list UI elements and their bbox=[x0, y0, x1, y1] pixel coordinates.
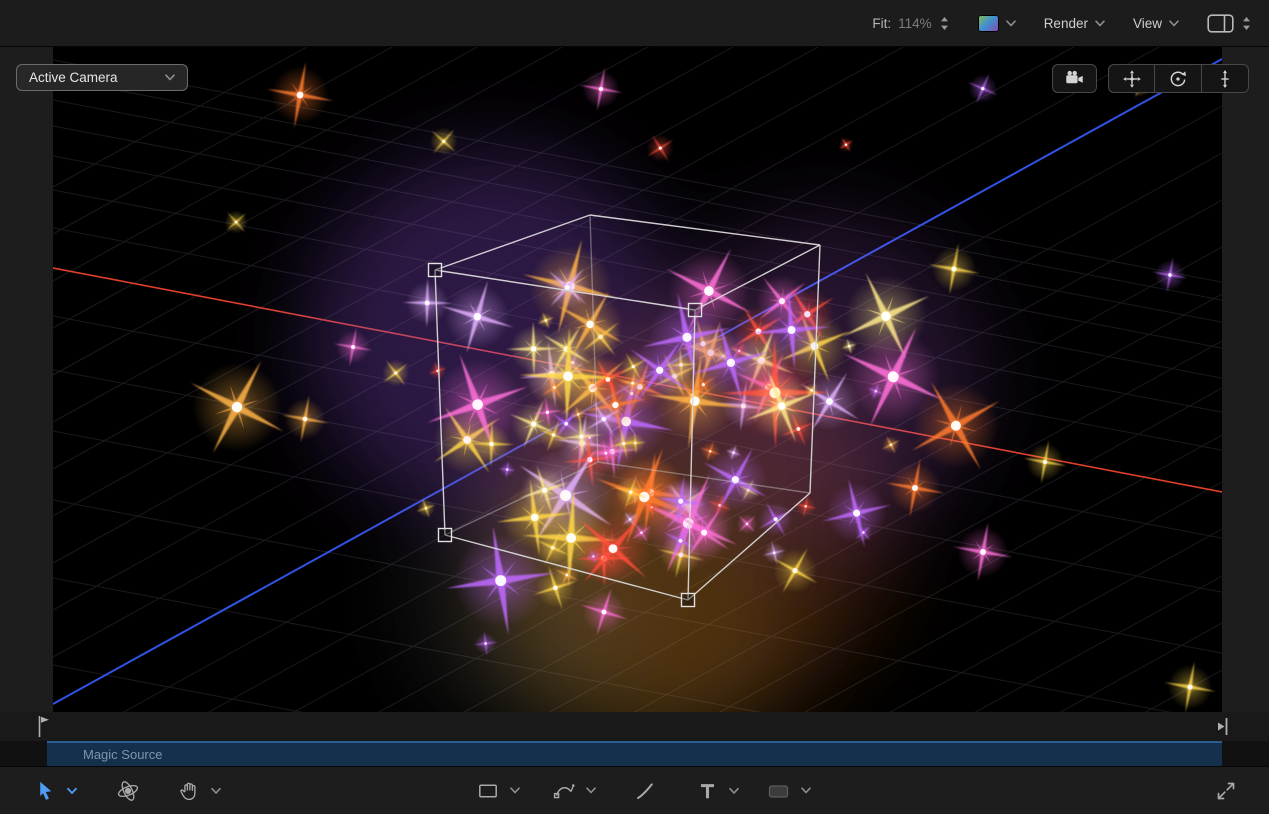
bezier-tool[interactable] bbox=[552, 779, 596, 803]
selection-handle[interactable] bbox=[682, 594, 695, 607]
bezier-pen-icon bbox=[552, 779, 576, 803]
end-marker-icon bbox=[1216, 714, 1230, 739]
zoom-level-value: 114% bbox=[898, 16, 932, 31]
layout-stepper-icon bbox=[1241, 15, 1252, 32]
timeline-layer-label: Magic Source bbox=[83, 747, 162, 762]
video-camera-icon bbox=[1063, 67, 1086, 90]
timeline-layer-bar[interactable]: Magic Source bbox=[47, 741, 1222, 766]
canvas-stage: Active Camera bbox=[0, 47, 1269, 712]
camera-select-popup[interactable]: Active Camera bbox=[16, 64, 188, 91]
play-range-row bbox=[0, 712, 1269, 741]
view-menu[interactable]: View bbox=[1133, 16, 1179, 31]
orbit-rotate-icon bbox=[1167, 68, 1189, 90]
selection-handle[interactable] bbox=[429, 264, 442, 277]
dolly-arrows-icon bbox=[1214, 68, 1236, 90]
expand-view-button[interactable] bbox=[1214, 779, 1238, 803]
camera-controls bbox=[1052, 64, 1249, 93]
selection-handle[interactable] bbox=[689, 304, 702, 317]
tool-bar bbox=[0, 766, 1269, 814]
paint-stroke-tool[interactable] bbox=[633, 779, 657, 803]
channels-popup[interactable] bbox=[978, 15, 1016, 32]
transform-3d-tool[interactable] bbox=[116, 779, 140, 803]
zoom-fit-control[interactable]: Fit: 114% bbox=[872, 15, 949, 32]
chevron-down-icon bbox=[801, 787, 811, 794]
clip-rectangle-icon bbox=[766, 779, 791, 803]
chevron-down-icon bbox=[1169, 20, 1179, 27]
select-tool[interactable] bbox=[34, 779, 77, 802]
shape-rectangle-tool[interactable] bbox=[476, 779, 520, 803]
camera-tool-group bbox=[1108, 64, 1249, 93]
selection-handle[interactable] bbox=[439, 529, 452, 542]
orbit-camera-button[interactable] bbox=[1155, 64, 1202, 93]
fit-label: Fit: bbox=[872, 16, 891, 31]
paint-stroke-icon bbox=[633, 779, 657, 803]
camera-select-label: Active Camera bbox=[29, 70, 118, 85]
rectangle-icon bbox=[476, 779, 500, 803]
hand-pan-tool[interactable] bbox=[178, 779, 221, 802]
dolly-camera-button[interactable] bbox=[1202, 64, 1249, 93]
chevron-down-icon bbox=[510, 787, 520, 794]
chevron-down-icon bbox=[165, 74, 175, 81]
expand-arrows-icon bbox=[1214, 779, 1238, 803]
mini-timeline: Magic Source bbox=[0, 741, 1269, 766]
chevron-down-icon bbox=[67, 787, 77, 794]
image-mask-tool[interactable] bbox=[766, 779, 811, 803]
chevron-down-icon bbox=[1006, 20, 1016, 27]
chevron-down-icon bbox=[1095, 20, 1105, 27]
canvas-viewport[interactable] bbox=[53, 47, 1222, 712]
hand-icon bbox=[178, 779, 201, 802]
render-menu-label: Render bbox=[1044, 16, 1088, 31]
canvas-toolbar: Fit: 114% Render View bbox=[0, 0, 1269, 47]
motion-canvas-window: Fit: 114% Render View Ac bbox=[0, 0, 1269, 814]
text-tool[interactable] bbox=[696, 779, 739, 802]
pan-camera-button[interactable] bbox=[1108, 64, 1155, 93]
orbit-3d-icon bbox=[116, 779, 140, 803]
chevron-down-icon bbox=[729, 787, 739, 794]
select-arrow-icon bbox=[34, 779, 57, 802]
camera-view-button[interactable] bbox=[1052, 64, 1097, 93]
chevron-down-icon bbox=[586, 787, 596, 794]
pan-arrows-icon bbox=[1121, 68, 1143, 90]
view-menu-label: View bbox=[1133, 16, 1162, 31]
layout-icon bbox=[1207, 14, 1234, 33]
play-range-in-marker[interactable] bbox=[36, 714, 51, 744]
text-icon bbox=[696, 779, 719, 802]
zoom-stepper-icon[interactable] bbox=[939, 15, 950, 32]
play-range-out-marker[interactable] bbox=[1216, 714, 1230, 744]
window-layout-control[interactable] bbox=[1207, 14, 1252, 33]
color-channel-thumbnail-icon bbox=[978, 15, 999, 32]
render-menu[interactable]: Render bbox=[1044, 16, 1105, 31]
flag-marker-icon bbox=[36, 714, 51, 739]
chevron-down-icon bbox=[211, 787, 221, 794]
scene-3d bbox=[53, 47, 1222, 712]
